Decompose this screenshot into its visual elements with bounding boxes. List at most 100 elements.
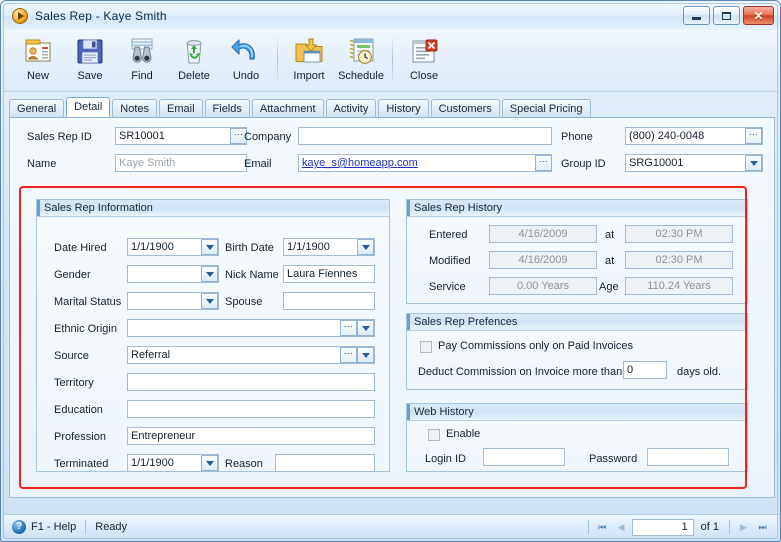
next-record-button[interactable]: ▶ (735, 519, 752, 536)
current-page-input[interactable]: 1 (631, 518, 694, 536)
territory-input[interactable] (127, 373, 375, 391)
last-record-button[interactable]: ⏭ (754, 519, 771, 536)
close-document-icon (408, 35, 440, 67)
tab-email-label: Email (167, 102, 195, 115)
tab-history-label: History (386, 102, 421, 115)
phone-lookup-icon[interactable]: ⋯ (745, 128, 762, 144)
close-icon: ✕ (753, 8, 764, 23)
save-button[interactable]: Save (64, 33, 116, 82)
email-link[interactable]: kaye_s@homeapp.com (302, 157, 418, 169)
status-separator (85, 519, 87, 534)
tab-customers[interactable]: Customers (430, 99, 500, 117)
birth-date-dropdown-icon[interactable] (357, 239, 374, 255)
sales-rep-information-header: Sales Rep Information (37, 200, 389, 217)
date-hired-label: Date Hired (54, 242, 107, 254)
tab-detail[interactable]: Detail (66, 97, 111, 117)
gender-label: Gender (54, 269, 91, 281)
tab-activity[interactable]: Activity (325, 99, 377, 117)
pay-commissions-label: Pay Commissions only on Paid Invoices (438, 340, 634, 352)
birth-date-label: Birth Date (225, 242, 274, 254)
web-history-enable-checkbox[interactable] (428, 429, 440, 441)
maximize-button[interactable] (713, 6, 740, 25)
ethnic-origin-dropdown-icon[interactable] (357, 320, 374, 336)
service-value: 0.00 Years (489, 277, 597, 295)
status-label: Ready (95, 520, 128, 533)
schedule-button[interactable]: Schedule (335, 33, 387, 82)
nick-name-input[interactable]: Laura Fiennes (283, 265, 375, 283)
password-input[interactable] (647, 448, 729, 466)
ethnic-origin-label: Ethnic Origin (54, 323, 117, 335)
toolbar-separator-2 (392, 35, 393, 85)
group-id-input[interactable]: SRG10001 (625, 154, 763, 172)
schedule-button-label: Schedule (338, 70, 384, 82)
company-input[interactable] (298, 127, 552, 145)
age-label: Age (599, 281, 619, 293)
reason-input[interactable] (275, 454, 375, 472)
tab-fields[interactable]: Fields (204, 99, 250, 117)
name-input[interactable]: Kaye Smith (115, 154, 247, 172)
source-label: Source (54, 350, 89, 362)
tab-attachment[interactable]: Attachment (251, 99, 324, 117)
previous-record-button[interactable]: ◀ (613, 519, 630, 536)
gender-dropdown-icon[interactable] (201, 266, 218, 282)
page-total-label: of 1 (700, 521, 719, 533)
education-input[interactable] (127, 400, 375, 418)
close-button[interactable]: ✕ (743, 6, 774, 25)
sales-rep-information-panel: Sales Rep Information Date Hired 1/1/190… (36, 199, 390, 472)
tab-special-pricing-label: Special Pricing (509, 102, 583, 115)
source-dropdown-icon[interactable] (357, 347, 374, 363)
tab-notes[interactable]: Notes (112, 99, 158, 117)
tab-general[interactable]: General (9, 99, 65, 117)
chevron-down-icon (205, 298, 214, 304)
source-input[interactable]: Referral (127, 346, 375, 364)
save-button-label: Save (77, 70, 103, 82)
chevron-down-icon (205, 244, 214, 250)
spouse-input[interactable] (283, 292, 375, 310)
email-input[interactable]: kaye_s@homeapp.com (298, 154, 552, 172)
import-button[interactable]: Import (283, 33, 335, 82)
web-history-panel: Web History Enable Login ID Password (406, 403, 748, 472)
terminated-dropdown-icon[interactable] (201, 455, 218, 471)
close-toolbar-button[interactable]: Close (398, 33, 450, 82)
new-button[interactable]: New (12, 33, 64, 82)
help-label[interactable]: F1 - Help (31, 521, 76, 533)
date-hired-dropdown-icon[interactable] (201, 239, 218, 255)
tab-attachment-label: Attachment (259, 102, 316, 115)
question-mark-icon[interactable]: ? (12, 519, 26, 534)
pager-divider-right (729, 520, 730, 534)
tab-history[interactable]: History (378, 99, 429, 117)
sales-rep-id-input[interactable]: SR10001 (115, 127, 247, 145)
first-record-button[interactable]: ⏮ (594, 519, 611, 536)
phone-input[interactable]: (800) 240-0048 (625, 127, 763, 145)
tab-email[interactable]: Email (159, 99, 203, 117)
marital-status-dropdown-icon[interactable] (201, 293, 218, 309)
detail-tab-panel: Sales Rep ID SR10001 ⋯ Company Phone (80… (9, 118, 775, 498)
deduct-commission-suffix-label: days old. (677, 366, 722, 378)
email-lookup-icon[interactable]: ⋯ (535, 155, 552, 171)
floppy-disk-icon (74, 35, 106, 67)
maximize-icon (722, 11, 731, 20)
source-lookup-icon[interactable]: ⋯ (340, 347, 357, 363)
undo-button-label: Undo (232, 70, 260, 82)
application-window: Sales Rep - Kaye Smith ✕ New Save Find D… (0, 0, 781, 542)
delete-button[interactable]: Delete (168, 33, 220, 82)
binoculars-icon (126, 35, 158, 67)
deduct-days-input[interactable]: 0 (623, 361, 667, 379)
group-id-dropdown-icon[interactable] (745, 155, 762, 171)
ethnic-origin-lookup-icon[interactable]: ⋯ (340, 320, 357, 336)
profession-input[interactable]: Entrepreneur (127, 427, 375, 445)
minimize-button[interactable] (683, 6, 710, 25)
minimize-icon (692, 16, 701, 20)
tab-special-pricing[interactable]: Special Pricing (501, 99, 591, 117)
find-button[interactable]: Find (116, 33, 168, 82)
deduct-commission-prefix-label: Deduct Commission on Invoice more than (418, 366, 623, 378)
delete-button-label: Delete (178, 70, 210, 82)
login-id-label: Login ID (425, 453, 466, 465)
web-history-title: Web History (414, 406, 474, 418)
pay-commissions-checkbox[interactable] (420, 341, 432, 353)
ethnic-origin-input[interactable] (127, 319, 375, 337)
login-id-input[interactable] (483, 448, 565, 466)
main-toolbar: New Save Find Delete Undo Import Schedul… (4, 30, 779, 92)
undo-button[interactable]: Undo (220, 33, 272, 82)
web-history-header: Web History (407, 404, 747, 421)
